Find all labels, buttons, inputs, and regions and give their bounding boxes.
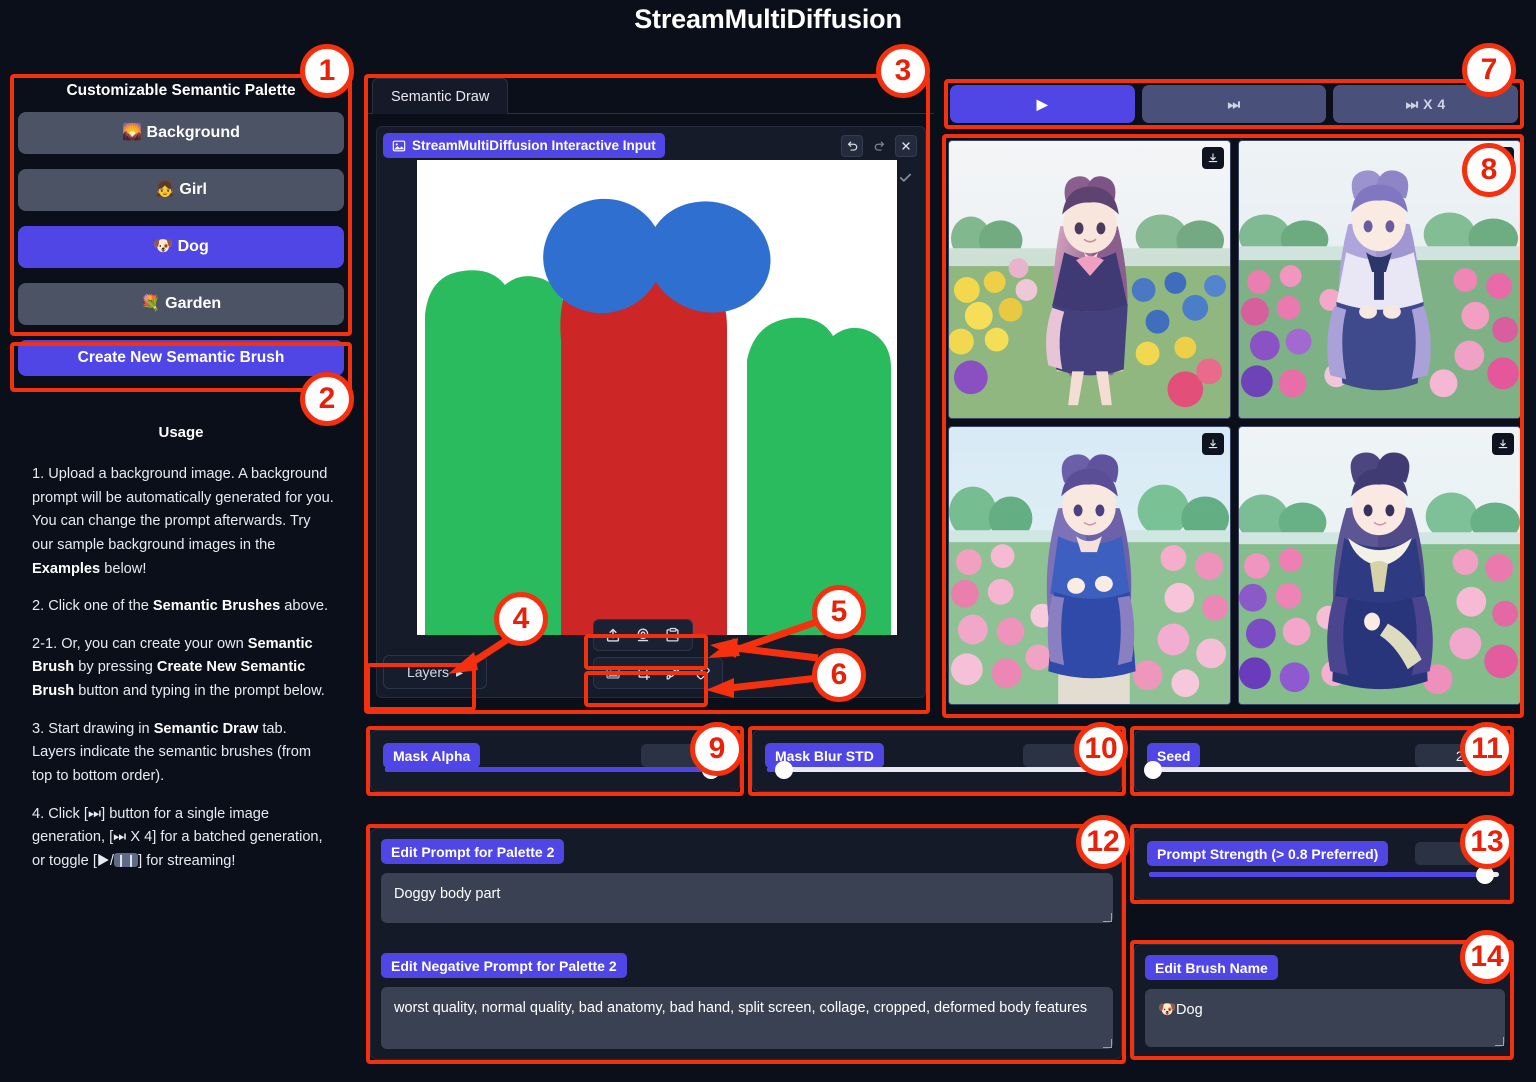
edit-tool-group [593,657,723,689]
tabbar: Semantic Draw [368,78,934,114]
result-image-3-art [949,427,1230,704]
usage-step-3: 3. Start drawing in Semantic Draw tab. L… [32,720,312,785]
single-generate-button[interactable]: ⏭ [1141,85,1327,123]
annotation-badge-11: 11 [1460,722,1514,776]
generation-controls: ▶ ⏭ ⏭ X 4 [950,85,1519,123]
upload-icon[interactable] [600,623,626,647]
paste-icon[interactable] [660,623,686,647]
prompt-editor-panel: Edit Prompt for Palette 2 Edit Negative … [370,828,1122,1060]
chevron-right-icon: ▸ [456,663,464,680]
image-icon [392,140,406,151]
result-image-4[interactable] [1238,426,1521,705]
download-button-1[interactable] [1202,147,1224,169]
sidebar-brush-girl[interactable]: 👧 Girl [18,169,344,211]
seed-slider[interactable]: Seed 2024 [1134,730,1514,792]
source-tool-group [593,619,693,651]
page-title: StreamMultiDiffusion [634,4,902,34]
annotation-badge-4: 4 [494,592,548,646]
mask-alpha-slider[interactable]: Mask Alpha 1 [370,730,740,792]
usage-step-2-1: 2-1. Or, you can create your own Semanti… [32,635,325,700]
annotation-badge-7: 7 [1462,43,1516,97]
annotation-badge-13: 13 [1460,815,1514,869]
brush-label-girl: Girl [179,181,207,198]
brush-label-dog: Dog [177,238,209,255]
negative-prompt-textarea[interactable] [381,987,1113,1049]
stream-toggle-button[interactable]: ▶ [950,85,1135,123]
semantic-mask-drawing [417,160,897,635]
result-image-3[interactable] [948,426,1231,705]
annotation-badge-10: 10 [1074,722,1128,776]
annotation-badge-14: 14 [1460,930,1514,984]
mask-alpha-label: Mask Alpha [383,743,481,768]
palette-title: Customizable Semantic Palette [66,82,296,99]
prompt-strength-label: Prompt Strength (> 0.8 Preferred) [1147,841,1389,866]
drawing-canvas[interactable] [417,160,897,635]
interactive-input-label: StreamMultiDiffusion Interactive Input [383,133,665,158]
sidebar-brush-dog[interactable]: 🐶 Dog [18,226,344,268]
sidebar-brush-garden[interactable]: 💐 Garden [18,283,344,325]
sidebar-brush-background[interactable]: 🌄 Background [18,112,344,154]
mask-alpha-track[interactable] [385,760,725,779]
annotation-badge-5: 5 [812,585,866,639]
download-button-4[interactable] [1492,433,1514,455]
result-image-1-art [949,141,1230,418]
canvas-window-buttons [841,135,917,157]
confirm-button[interactable] [895,167,915,187]
annotation-badge-2: 2 [300,372,354,426]
download-button-3[interactable] [1202,433,1224,455]
seed-knob[interactable] [1143,760,1162,779]
result-image-4-art [1239,427,1520,704]
annotation-badge-3: 3 [876,44,930,98]
annotation-badge-9: 9 [690,722,744,776]
eraser-icon[interactable] [690,661,716,685]
prompt-strength-slider[interactable]: Prompt Strength (> 0.8 Preferred) 1 [1134,828,1514,900]
usage-step-2: 2. Click one of the Semantic Brushes abo… [32,598,329,615]
brush-emoji-garden: 💐 [140,295,161,312]
result-image-1[interactable] [948,140,1231,419]
crop-icon[interactable] [630,661,656,685]
usage-step-1: 1. Upload a background image. A backgrou… [32,466,334,577]
edit-brush-name-label: Edit Brush Name [1145,955,1278,980]
edit-prompt-label: Edit Prompt for Palette 2 [381,839,565,864]
annotation-badge-1: 1 [300,44,354,98]
mask-blur-std-knob[interactable] [775,760,793,779]
close-button[interactable] [895,135,917,157]
seed-track[interactable] [1143,760,1499,779]
create-new-semantic-brush-button[interactable]: Create New Semantic Brush [18,340,344,376]
prompt-textarea[interactable] [381,873,1113,923]
brush-label-background: Background [146,124,240,141]
usage-heading: Usage [158,424,204,441]
garden-right-blob [747,317,891,635]
webcam-icon[interactable] [630,623,656,647]
undo-button[interactable] [841,135,863,157]
tab-semantic-draw[interactable]: Semantic Draw [372,78,509,114]
brush-emoji-girl: 👧 [155,181,175,198]
edit-negative-prompt-label: Edit Negative Prompt for Palette 2 [381,953,627,978]
image-tool-icon[interactable] [600,661,626,685]
mask-blur-std-track[interactable] [767,760,1107,779]
mask-blur-std-slider[interactable]: Mask Blur STD 8 [752,730,1122,792]
brush-emoji-dog: 🐶 [153,238,174,255]
interactive-input-label-text: StreamMultiDiffusion Interactive Input [412,138,656,153]
brush-name-panel: Edit Brush Name [1134,944,1514,1060]
brush-emoji-background: 🌄 [122,124,143,141]
brush-name-textarea[interactable] [1145,989,1505,1047]
annotation-badge-8: 8 [1462,143,1516,197]
layers-label: Layers [406,664,449,680]
result-gallery [948,140,1521,712]
usage-step-4: 4. Click [⏭] button for a single image g… [32,805,323,869]
redo-button[interactable] [868,135,890,157]
annotation-badge-6: 6 [812,648,866,702]
semantic-palette-sidebar: Customizable Semantic Palette 🌄 Backgrou… [16,76,346,888]
annotation-badge-12: 12 [1076,815,1130,869]
usage-instructions: 1. Upload a background image. A backgrou… [16,463,346,874]
brush-label-garden: Garden [165,295,222,312]
brush-icon[interactable] [660,661,686,685]
prompt-strength-track[interactable] [1149,865,1499,884]
layers-button[interactable]: Layers ▸ [383,655,487,689]
garden-left-blob [425,270,565,635]
